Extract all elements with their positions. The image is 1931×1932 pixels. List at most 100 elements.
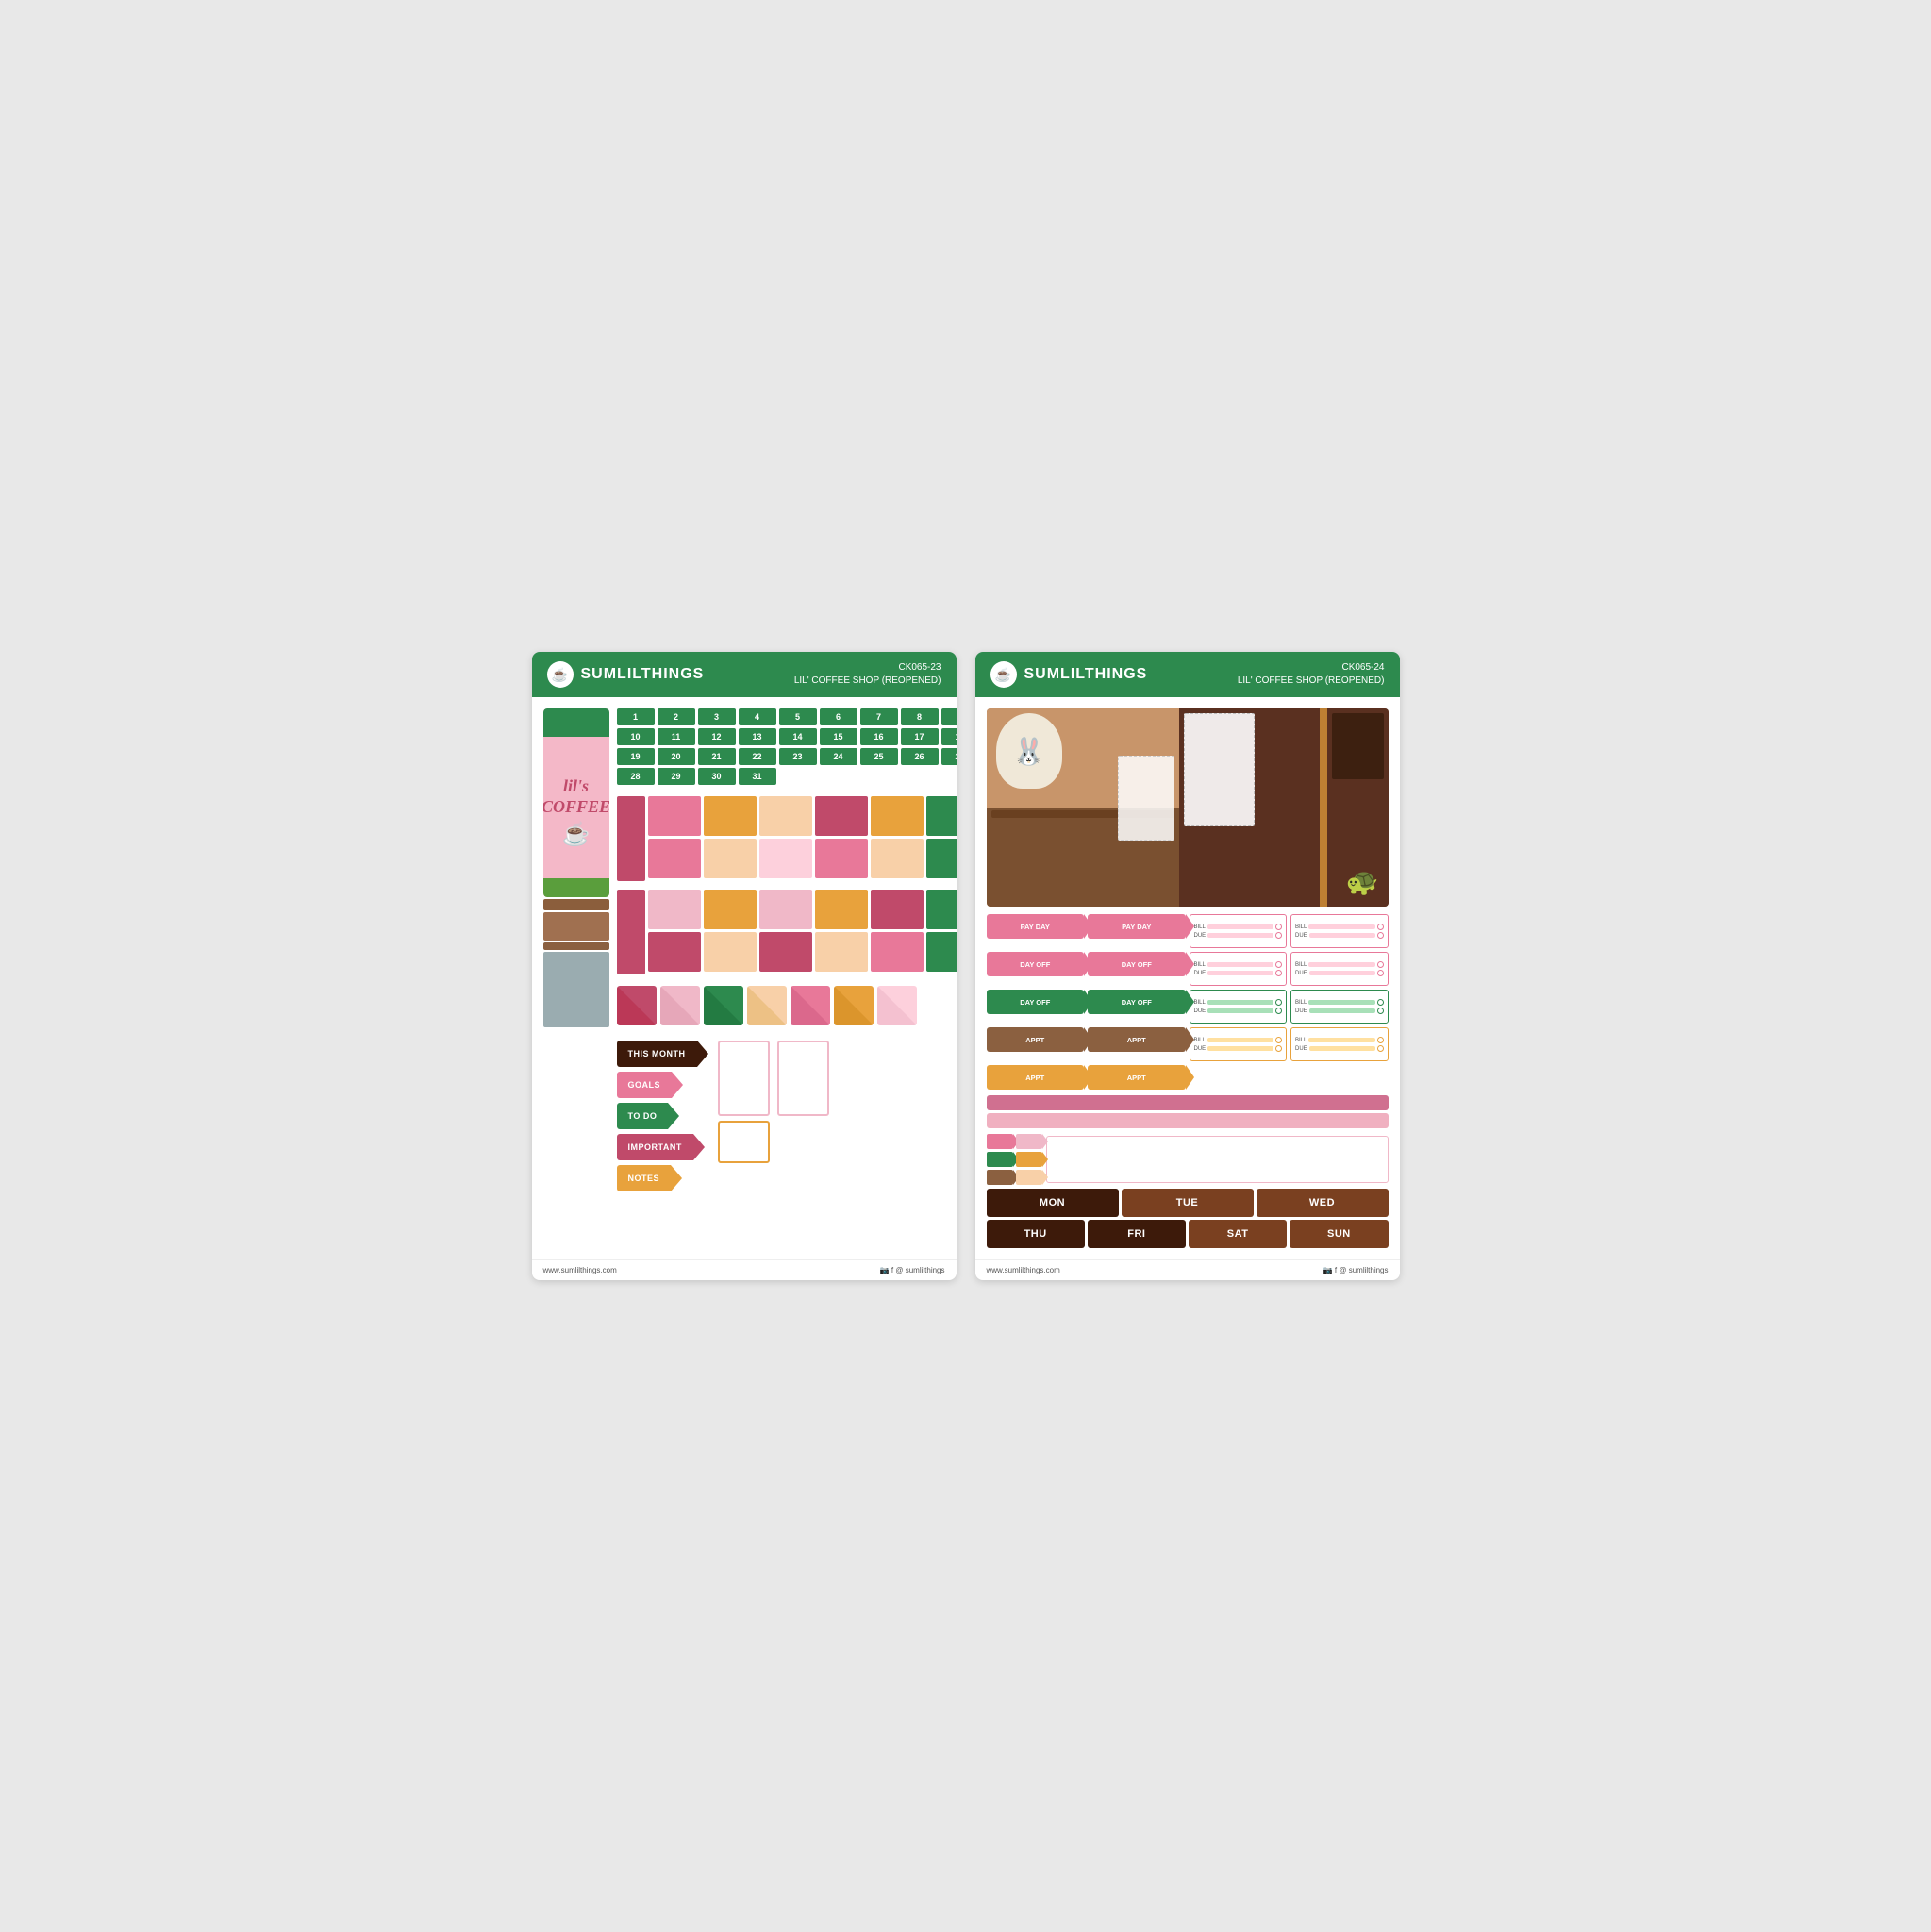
bill-tracker-orange-1: BILL DUE: [1190, 1027, 1288, 1061]
blank-stickers-col-2: [777, 1041, 829, 1116]
blank-wide-1: [718, 1121, 770, 1163]
strip-green-4: [926, 932, 957, 972]
spacer-1: [1190, 1065, 1288, 1090]
date-6: 6: [820, 708, 857, 725]
blank-tall-2: [777, 1041, 829, 1116]
date-15: 15: [820, 728, 857, 745]
bill-tracker-green-1: BILL DUE: [1190, 990, 1288, 1024]
orange-strip: [1320, 708, 1327, 907]
sheet-1-right-content: 1 2 3 4 5 6 7 8 9 10 11: [617, 708, 957, 1191]
date-27: 27: [941, 748, 957, 765]
scene-left: 🐰: [987, 708, 1179, 907]
half-box-stickers: [617, 986, 957, 1025]
date-11: 11: [658, 728, 695, 745]
date-14: 14: [779, 728, 817, 745]
strip-light-pink-1: [759, 839, 812, 878]
payday-banner-2: PAY DAY: [1088, 914, 1186, 939]
long-strip-mauve: [987, 1095, 1389, 1110]
half-box-7: [877, 986, 917, 1025]
strip-row-bottom: [648, 839, 957, 878]
half-box-4: [747, 986, 787, 1025]
strip-mauve-2: [871, 890, 924, 929]
flag-peach-1: [1016, 1170, 1042, 1185]
brown-strip-1: [543, 899, 609, 910]
strip-orange-2: [871, 796, 924, 836]
date-9: 9: [941, 708, 957, 725]
tue-label: TUE: [1176, 1197, 1199, 1208]
decorative-strip-left: lil's COFFEE ☕: [543, 708, 609, 1191]
flag-brown-1: [987, 1170, 1013, 1185]
fri-label: FRI: [1127, 1228, 1145, 1240]
day-mon: MON: [987, 1189, 1119, 1217]
this-month-banner-wrap: THIS MONTH: [617, 1041, 697, 1067]
payday-label-1: PAY DAY: [1021, 923, 1050, 931]
bill-tracker-2: BILL DUE: [1290, 914, 1389, 948]
strip-peach-4: [704, 932, 757, 972]
bill-tracker-orange-2: BILL DUE: [1290, 1027, 1389, 1061]
date-20: 20: [658, 748, 695, 765]
brand-logo-1: ☕ SUMLILTHINGS: [547, 661, 705, 688]
flag-green-1: [987, 1152, 1013, 1167]
half-box-2: [660, 986, 700, 1025]
day-sat: SAT: [1189, 1220, 1287, 1248]
scene-right: 🐢: [1179, 708, 1389, 907]
scene-illustration: 🐰 🐢: [987, 708, 1389, 907]
footer-social-1: 📷 f @ sumlilthings: [880, 1266, 945, 1274]
spacer-2: [1290, 1065, 1389, 1090]
half-box-1: [617, 986, 657, 1025]
facebook-icon-2: f: [1335, 1266, 1337, 1274]
flag-row-1: [987, 1134, 1042, 1149]
strips-column-2: [648, 890, 957, 974]
blank-stickers-col: [718, 1041, 770, 1163]
long-strip-light-pink: [987, 1113, 1389, 1128]
flag-row-2: [987, 1152, 1042, 1167]
this-month-banner: THIS MONTH: [617, 1041, 697, 1067]
strip-dark-pink-2: [617, 890, 645, 974]
tall-strips-container: [617, 796, 957, 881]
white-paper-right: [1184, 713, 1255, 826]
gray-strip: [543, 952, 609, 1027]
appt-banner-2: APPT: [1088, 1027, 1186, 1052]
flag-col: [987, 1134, 1042, 1185]
brand-logo-2: ☕ SUMLILTHINGS: [990, 661, 1148, 688]
instagram-icon-2: 📷: [1323, 1266, 1333, 1274]
dayoff-green-2: DAY OFF: [1088, 990, 1186, 1014]
footer-url-1: www.sumlilthings.com: [543, 1266, 617, 1274]
strip-peach-3: [871, 839, 924, 878]
date-1: 1: [617, 708, 655, 725]
strip-pink-4: [871, 932, 924, 972]
date-31: 31: [739, 768, 776, 785]
date-28: 28: [617, 768, 655, 785]
to-do-banner: TO DO: [617, 1103, 669, 1129]
important-banner: IMPORTANT: [617, 1134, 693, 1160]
date-3: 3: [698, 708, 736, 725]
sheet-1-footer: www.sumlilthings.com 📷 f @ sumlilthings: [532, 1259, 957, 1280]
date-row-4: 28 29 30 31: [617, 768, 957, 785]
strip-row-bottom-2: [648, 932, 957, 972]
coffee-shop-sign: lil's COFFEE ☕: [543, 708, 609, 897]
brand-name-2: SUMLILTHINGS: [1024, 666, 1148, 683]
long-strips-section: [987, 1095, 1389, 1128]
strip-row-top: [648, 796, 957, 836]
turtle-character: 🐢: [1346, 866, 1379, 897]
strip-pink-1: [648, 796, 701, 836]
functional-stickers-grid: PAY DAY PAY DAY BILL DUE: [987, 914, 1389, 1090]
strip-pink-2: [648, 839, 701, 878]
strips-column-1: [648, 796, 957, 881]
strip-green-2: [926, 839, 957, 878]
sheet-2-header: ☕ SUMLILTHINGS CK065-24 LIL' COFFEE SHOP…: [975, 652, 1400, 697]
bill-tracker-green-2: BILL DUE: [1290, 990, 1389, 1024]
payday-banner-1: PAY DAY: [987, 914, 1085, 939]
half-box-5: [791, 986, 830, 1025]
appt-orange-2: APPT: [1088, 1065, 1186, 1090]
sun-label: SUN: [1327, 1228, 1351, 1240]
date-24: 24: [820, 748, 857, 765]
sign-cup-icon: ☕: [562, 821, 591, 848]
date-row-1: 1 2 3 4 5 6 7 8 9: [617, 708, 957, 725]
sheet-code-2: CK065-24 LIL' COFFEE SHOP (REOPENED): [1238, 661, 1385, 688]
notes-label: NOTES: [628, 1174, 660, 1183]
date-row-3: 19 20 21 22 23 24 25 26 27: [617, 748, 957, 765]
logo-icon-2: ☕: [990, 661, 1017, 688]
strip-lpink-2: [759, 890, 812, 929]
strip-peach-1: [759, 796, 812, 836]
